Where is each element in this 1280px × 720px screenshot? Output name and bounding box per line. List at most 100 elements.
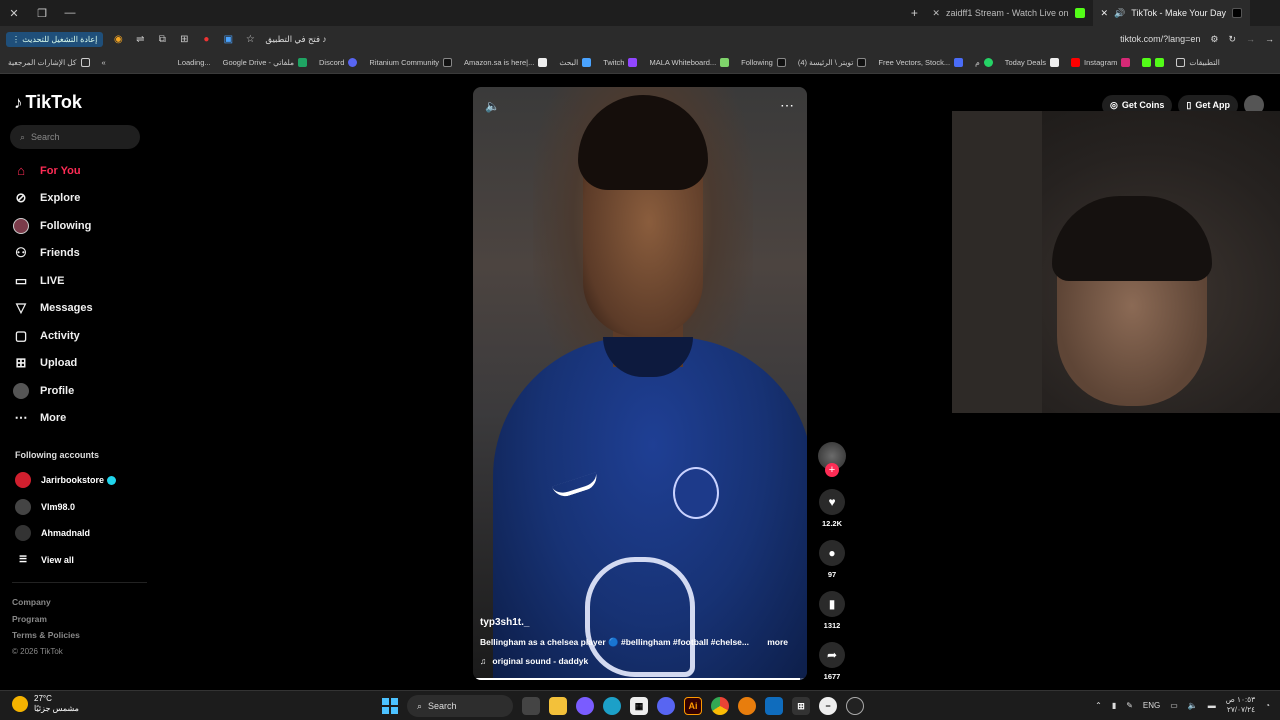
footer-terms-link[interactable]: Terms & Policies <box>12 627 80 644</box>
bookmark-item[interactable]: Instagram <box>1071 58 1131 67</box>
video-progress-bar[interactable] <box>473 678 807 680</box>
bookmark-item[interactable]: Today Deals <box>1005 58 1060 67</box>
notifications-icon[interactable]: ◔ <box>1265 701 1270 710</box>
nav-explore[interactable]: ⊘ Explore <box>12 185 152 213</box>
reload-to-update-button[interactable]: ⋮ إعادة التشغيل للتحديث <box>6 31 104 47</box>
tab-kick-stream[interactable]: ✕ zaidff1 Stream - Watch Live on <box>924 0 1092 26</box>
store-icon[interactable]: ▦ <box>630 697 648 715</box>
speaker-icon[interactable]: 🔈 <box>1188 701 1198 710</box>
extension-icon[interactable]: ⧉ <box>155 32 169 46</box>
all-bookmarks-button[interactable]: كل الإشارات المرجعية <box>8 58 90 67</box>
list-icon: ☰ <box>18 554 28 565</box>
follow-plus-icon[interactable]: + <box>825 463 839 477</box>
pen-icon[interactable]: ✎ <box>1126 701 1133 710</box>
bookmark-item[interactable]: Twitch <box>603 58 638 67</box>
nav-for-you[interactable]: ⌂ For You <box>12 157 152 185</box>
outlook-icon[interactable] <box>765 697 783 715</box>
extension-icon[interactable]: ⊞ <box>177 32 191 46</box>
nav-friends[interactable]: ⚇ Friends <box>12 240 152 268</box>
network-icon[interactable]: ▭ <box>1170 701 1178 710</box>
task-view-icon[interactable] <box>522 697 540 715</box>
close-tab-icon[interactable]: ✕ <box>1101 8 1109 19</box>
nav-following[interactable]: Following <box>12 212 152 240</box>
usb-icon[interactable]: ▮ <box>1112 701 1116 710</box>
audio-playing-icon[interactable]: 🔊 <box>1114 8 1125 19</box>
view-all-button[interactable]: ☰ View all <box>15 547 155 574</box>
following-account-item[interactable]: Jarirbookstore <box>15 467 155 494</box>
webcam-person-hair <box>1052 196 1212 281</box>
edge-icon[interactable] <box>603 697 621 715</box>
back-icon[interactable]: → <box>1265 34 1274 44</box>
following-account-item[interactable]: Vlm98.0 <box>15 494 155 521</box>
copilot-icon[interactable] <box>576 697 594 715</box>
site-settings-icon[interactable]: ⚙ <box>1210 34 1218 45</box>
bookmark-item[interactable]: م <box>975 58 993 67</box>
bookmark-item[interactable]: MALA Whiteboard... <box>649 58 730 67</box>
file-explorer-icon[interactable] <box>549 697 567 715</box>
taskbar-search[interactable]: ⌕ Search <box>407 695 513 717</box>
calculator-icon[interactable]: ⊞ <box>792 697 810 715</box>
comment-button[interactable]: ● <box>819 540 845 566</box>
extension-icon[interactable]: ⇌ <box>133 32 147 46</box>
forward-icon[interactable]: → <box>1246 34 1255 44</box>
share-button[interactable]: ➦ <box>819 642 845 668</box>
new-tab-icon[interactable]: + <box>904 6 924 20</box>
tiktok-note-icon: ♪ <box>14 92 23 112</box>
kick-bookmark-icon[interactable] <box>1142 58 1165 67</box>
reload-icon[interactable]: ↻ <box>1228 34 1236 45</box>
video-sound[interactable]: ♫ original sound - daddyk <box>480 656 800 666</box>
close-window-icon[interactable]: ✕ <box>0 0 28 26</box>
bookmarks-overflow-icon[interactable]: « <box>102 58 106 67</box>
footer-company-link[interactable]: Company <box>12 594 80 611</box>
apps-button[interactable]: التطبيقات <box>1176 58 1220 67</box>
caption-more-button[interactable]: more <box>767 637 788 648</box>
app-icon[interactable]: − <box>819 697 837 715</box>
bookmark-item[interactable]: Loading... <box>178 58 211 67</box>
video-player[interactable]: 🔈 ⋯ typ3sh1t._ Bellingham as a chelsea p… <box>473 87 807 680</box>
like-button[interactable]: ♥ <box>819 489 845 515</box>
steam-icon[interactable] <box>846 697 864 715</box>
tray-overflow-icon[interactable]: ⌃ <box>1095 701 1102 710</box>
battery-icon[interactable]: ▬ <box>1208 701 1216 710</box>
tab-tiktok[interactable]: ✕ 🔊 TikTok - Make Your Day <box>1092 0 1250 26</box>
extension-icon[interactable]: ◉ <box>111 32 125 46</box>
blender-icon[interactable] <box>738 697 756 715</box>
extension-icon[interactable]: ● <box>199 32 213 46</box>
bookmark-item[interactable]: Google Drive - ملفاتي <box>223 58 307 67</box>
search-input[interactable]: ⌕ Search <box>10 125 140 149</box>
save-button[interactable]: ▮ <box>819 591 845 617</box>
chrome-icon[interactable] <box>711 697 729 715</box>
bookmark-item[interactable]: Free Vectors, Stock... <box>878 58 964 67</box>
restore-window-icon[interactable]: ❐ <box>28 0 56 26</box>
address-bar[interactable]: tiktok.com/?lang=en <box>1120 34 1200 44</box>
extension-icon[interactable]: ▣ <box>221 32 235 46</box>
nav-messages[interactable]: ▽ Messages <box>12 295 152 323</box>
discord-icon[interactable] <box>657 697 675 715</box>
language-indicator[interactable]: ENG <box>1143 701 1160 710</box>
tiktok-logo[interactable]: ♪ TikTok <box>14 92 82 113</box>
clock[interactable]: ١٠:٥٣ ص ٢٧/٠٧/٢٤ <box>1226 695 1255 715</box>
windows-start-icon[interactable] <box>382 698 398 714</box>
following-account-item[interactable]: Ahmadnald <box>15 520 155 547</box>
bookmark-item[interactable]: Following <box>741 58 786 67</box>
close-tab-icon[interactable]: ✕ <box>932 8 940 19</box>
illustrator-icon[interactable]: Ai <box>684 697 702 715</box>
bookmark-item[interactable]: (4) تويتر \ الرئيسة <box>798 58 867 67</box>
weather-widget[interactable]: 27°C مشمس جزئيًا <box>12 694 79 714</box>
bookmark-item[interactable]: البحث <box>559 58 592 67</box>
more-options-icon[interactable]: ⋯ <box>780 97 795 114</box>
footer-program-link[interactable]: Program <box>12 611 80 628</box>
bookmark-item[interactable]: Ritanium Community <box>369 58 453 67</box>
nav-profile[interactable]: Profile <box>12 377 152 405</box>
bookmark-item[interactable]: Amazon.sa is here|... <box>464 58 548 67</box>
nav-more[interactable]: ⋯ More <box>12 405 152 433</box>
video-author[interactable]: typ3sh1t._ <box>480 617 800 628</box>
minimize-window-icon[interactable]: — <box>56 0 84 26</box>
bookmark-item[interactable]: Discord <box>319 58 358 67</box>
nav-activity[interactable]: ▢ Activity <box>12 322 152 350</box>
nav-upload[interactable]: ⊞ Upload <box>12 350 152 378</box>
volume-icon[interactable]: 🔈 <box>485 99 500 113</box>
bookmark-star-icon[interactable]: ☆ <box>243 32 257 46</box>
open-in-app-button[interactable]: فتح في التطبيق ♪ <box>265 34 326 45</box>
nav-live[interactable]: ▭ LIVE <box>12 267 152 295</box>
